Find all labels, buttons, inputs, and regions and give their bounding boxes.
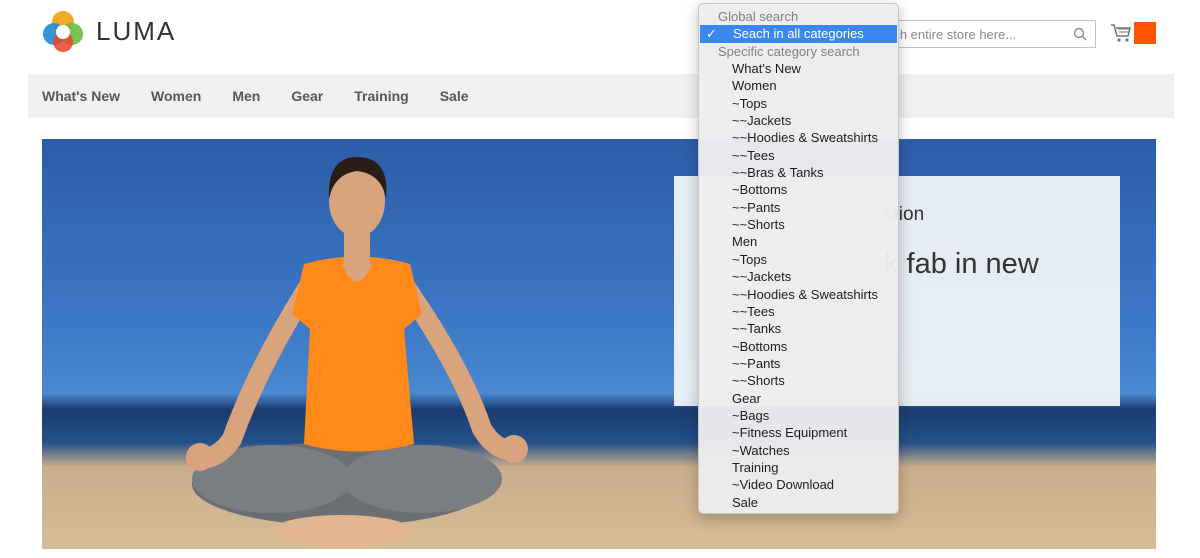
dropdown-option[interactable]: ~~Hoodies & Sweatshirts	[699, 286, 898, 303]
dropdown-option[interactable]: ~~Shorts	[699, 372, 898, 389]
dropdown-option-label: ~Bags	[732, 407, 770, 423]
dropdown-option-label: ~Video Download	[732, 477, 835, 493]
dropdown-option[interactable]: ~Tops	[699, 95, 898, 112]
nav-item-men[interactable]: Men	[232, 88, 260, 104]
dropdown-option-label: ~~Shorts	[732, 373, 785, 389]
dropdown-option-label: ~~Tees	[732, 147, 775, 163]
dropdown-option-label: ~~Shorts	[732, 217, 785, 233]
luma-logo-icon	[43, 11, 83, 52]
dropdown-option[interactable]: ~Bottoms	[699, 338, 898, 355]
dropdown-option-label: ~Watches	[732, 442, 790, 458]
dropdown-option[interactable]: ~~Tees	[699, 147, 898, 164]
nav-item-gear[interactable]: Gear	[291, 88, 323, 104]
dropdown-option[interactable]: Men	[699, 233, 898, 250]
dropdown-option-label: ~~Pants	[732, 199, 781, 215]
search-icon[interactable]	[1073, 27, 1087, 41]
hero-banner[interactable]: ction k fab in new	[42, 139, 1156, 549]
dropdown-option[interactable]: ~Bottoms	[699, 181, 898, 198]
dropdown-option-label: ~Bottoms	[732, 338, 788, 354]
dropdown-option-label: ~Tops	[732, 95, 768, 111]
dropdown-option-label: ~~Hoodies & Sweatshirts	[732, 286, 878, 302]
nav-item-whats-new[interactable]: What's New	[42, 88, 120, 104]
dropdown-option[interactable]: ~Bags	[699, 407, 898, 424]
dropdown-option-label: ~~Tees	[732, 303, 775, 319]
dropdown-option-label: ~~Jackets	[732, 113, 792, 129]
dropdown-option-label: ~~Tanks	[732, 321, 782, 337]
dropdown-option[interactable]: ~~Bras & Tanks	[699, 164, 898, 181]
dropdown-option-label: Men	[732, 234, 758, 250]
dropdown-option-label: ~~Bras & Tanks	[732, 165, 824, 181]
dropdown-option-label: Sale	[732, 494, 759, 510]
dropdown-option-label: Training	[732, 459, 779, 475]
dropdown-option[interactable]: ~Video Download	[699, 476, 898, 493]
dropdown-option[interactable]: ~Watches	[699, 442, 898, 459]
dropdown-option-label: ~~Jackets	[732, 269, 792, 285]
dropdown-option[interactable]: ~~Pants	[699, 355, 898, 372]
dropdown-option[interactable]: ~~Jackets	[699, 268, 898, 285]
nav-item-training[interactable]: Training	[354, 88, 408, 104]
main-navigation: What's New Women Men Gear Training Sale	[28, 74, 1174, 118]
dropdown-option[interactable]: Sale	[699, 494, 898, 511]
dropdown-option-label: ~Fitness Equipment	[732, 425, 848, 441]
nav-item-sale[interactable]: Sale	[440, 88, 469, 104]
dropdown-option-label: ~~Hoodies & Sweatshirts	[732, 130, 878, 146]
dropdown-option[interactable]: Training	[699, 459, 898, 476]
dropdown-option-label: Seach in all categories	[733, 26, 864, 42]
cart-counter-badge[interactable]	[1134, 22, 1156, 44]
dropdown-option[interactable]: ~~Shorts	[699, 216, 898, 233]
dropdown-option-label: ~Tops	[732, 251, 768, 267]
dropdown-group-label: Global search	[718, 9, 799, 24]
dropdown-group-label: Specific category search	[718, 43, 860, 59]
dropdown-option-label: What's New	[732, 61, 801, 77]
dropdown-option-label: Women	[732, 78, 777, 94]
dropdown-option-label: ~~Pants	[732, 355, 781, 371]
dropdown-option-selected[interactable]: ✓ Seach in all categories	[700, 25, 897, 43]
hero-yoga-figure-image	[186, 157, 528, 547]
brand-name: LUMA	[96, 15, 177, 46]
dropdown-option[interactable]: ~~Tanks	[699, 320, 898, 337]
dropdown-option[interactable]: ~Tops	[699, 251, 898, 268]
dropdown-option-label: ~Bottoms	[732, 182, 788, 198]
dropdown-option[interactable]: ~~Tees	[699, 303, 898, 320]
dropdown-option[interactable]: Gear	[699, 390, 898, 407]
dropdown-option[interactable]: What's New	[699, 60, 898, 77]
dropdown-option-label: Gear	[732, 390, 761, 406]
dropdown-option[interactable]: ~Fitness Equipment	[699, 424, 898, 441]
dropdown-option[interactable]: ~~Pants	[699, 199, 898, 216]
luma-logo[interactable]: LUMA	[42, 10, 176, 52]
checkmark-icon: ✓	[706, 26, 717, 42]
nav-item-women[interactable]: Women	[151, 88, 201, 104]
search-category-dropdown[interactable]: Global search ✓ Seach in all categories Spe…	[698, 3, 899, 514]
cart-icon[interactable]	[1110, 22, 1132, 44]
dropdown-option[interactable]: ~~Jackets	[699, 112, 898, 129]
dropdown-option[interactable]: ~~Hoodies & Sweatshirts	[699, 129, 898, 146]
promo-title: k fab in new	[884, 248, 1039, 280]
dropdown-option[interactable]: Women	[699, 77, 898, 94]
